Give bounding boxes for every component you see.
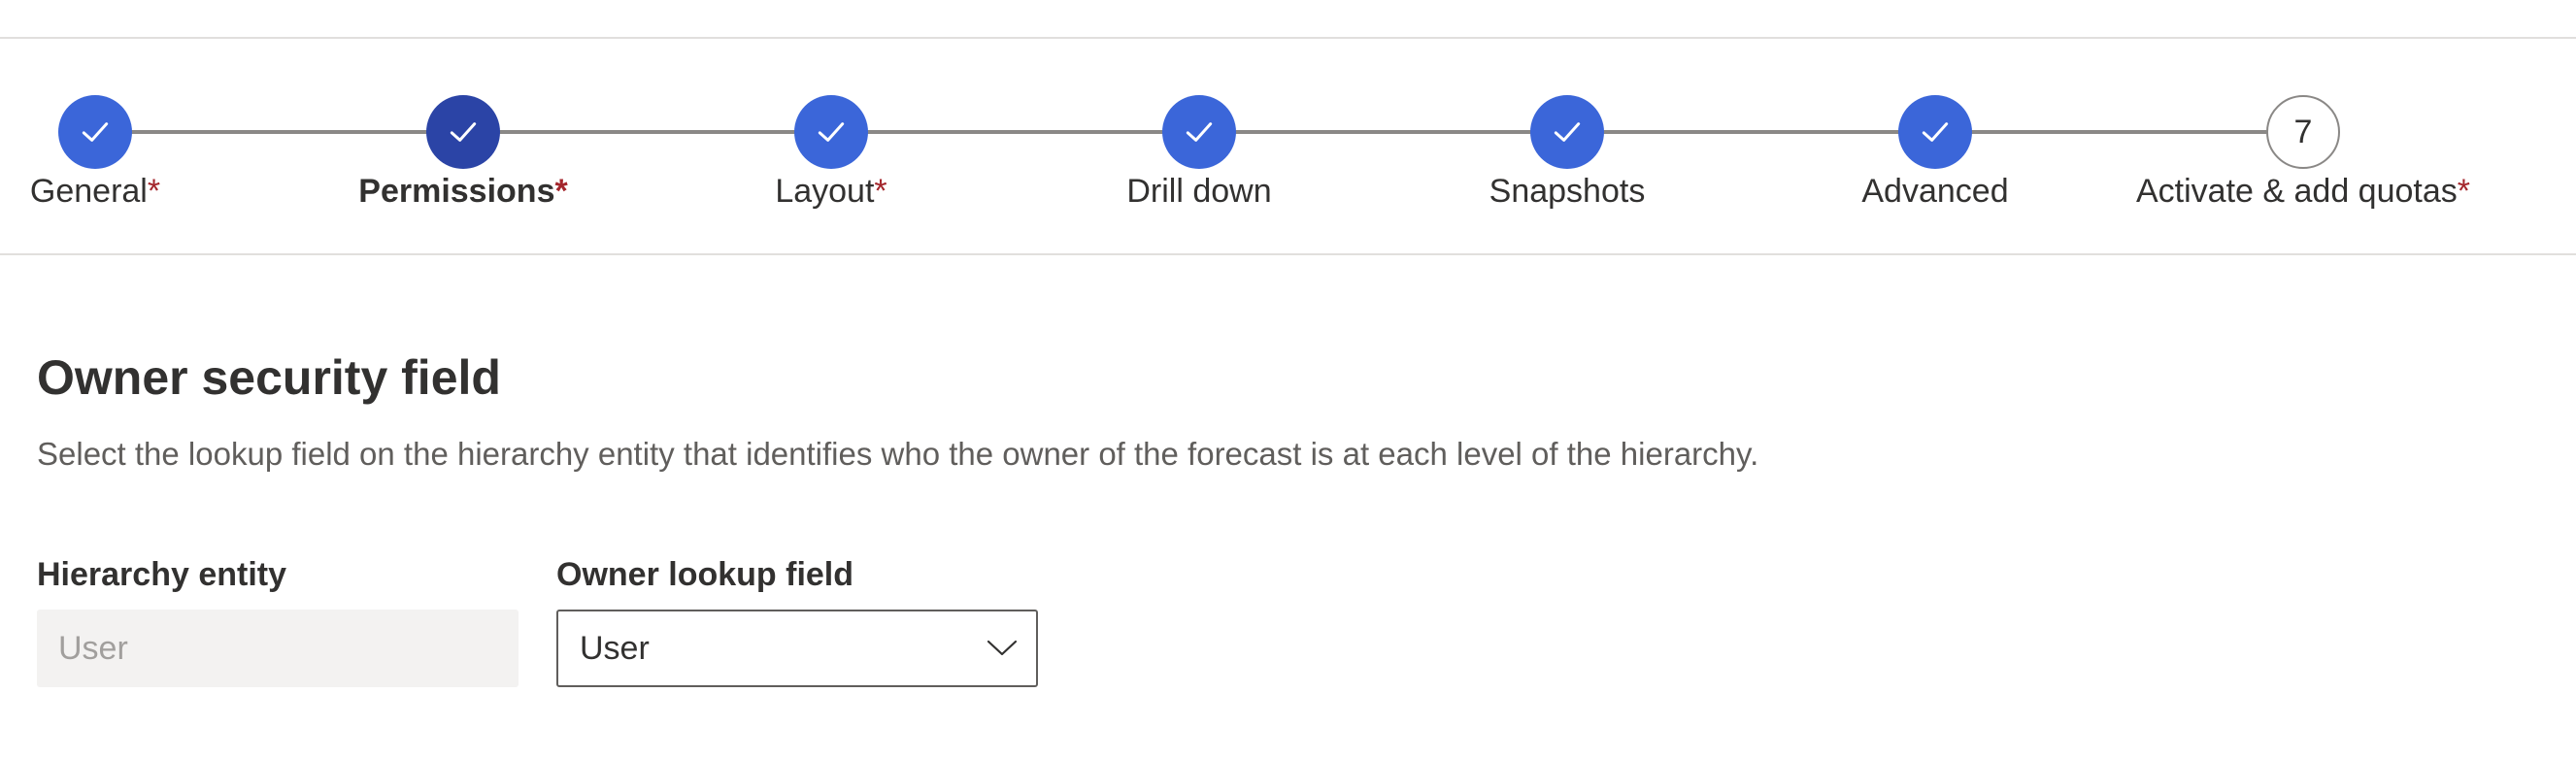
checkmark-icon	[450, 122, 477, 142]
checkmark-icon	[818, 122, 845, 142]
hierarchy-entity-field: User	[37, 610, 519, 687]
step-label-text: Advanced	[1861, 173, 2009, 210]
wizard-stepper: General* Permissions* Layout* Drill down…	[0, 0, 2576, 252]
chevron-down-icon	[987, 640, 1018, 656]
owner-lookup-label: Owner lookup field	[556, 556, 854, 593]
step-activate-circle[interactable]: 7	[2266, 95, 2340, 169]
step-activate-label[interactable]: Activate & add quotas*	[2012, 173, 2576, 211]
checkmark-icon	[82, 122, 109, 142]
checkmark-icon	[1554, 122, 1581, 142]
section-description: Select the lookup field on the hierarchy…	[37, 436, 1759, 472]
checkmark-icon	[1922, 122, 1949, 142]
step-label-text: Activate & add quotas	[2135, 173, 2458, 210]
step-label-text: Permissions	[358, 173, 555, 210]
step-general-circle[interactable]	[58, 95, 132, 169]
required-marker: *	[2457, 173, 2470, 210]
stepper-divider	[0, 253, 2576, 255]
section-title: Owner security field	[37, 350, 501, 405]
owner-lookup-dropdown[interactable]: User	[556, 610, 1038, 687]
step-label-text: General	[29, 173, 148, 210]
checkmark-icon	[1186, 122, 1213, 142]
step-number: 7	[2293, 113, 2313, 150]
step-snapshots-circle[interactable]	[1530, 95, 1604, 169]
owner-lookup-value: User	[580, 629, 650, 667]
required-marker: *	[147, 173, 161, 210]
required-marker: *	[874, 173, 887, 210]
step-label-text: Drill down	[1126, 173, 1272, 210]
hierarchy-entity-label: Hierarchy entity	[37, 556, 286, 593]
step-label-text: Layout	[775, 173, 875, 210]
step-layout-circle[interactable]	[794, 95, 868, 169]
step-label-text: Snapshots	[1489, 173, 1646, 210]
step-permissions-circle[interactable]	[426, 95, 500, 169]
step-drill-down-circle[interactable]	[1162, 95, 1236, 169]
hierarchy-entity-value: User	[58, 629, 128, 667]
step-advanced-circle[interactable]	[1898, 95, 1972, 169]
